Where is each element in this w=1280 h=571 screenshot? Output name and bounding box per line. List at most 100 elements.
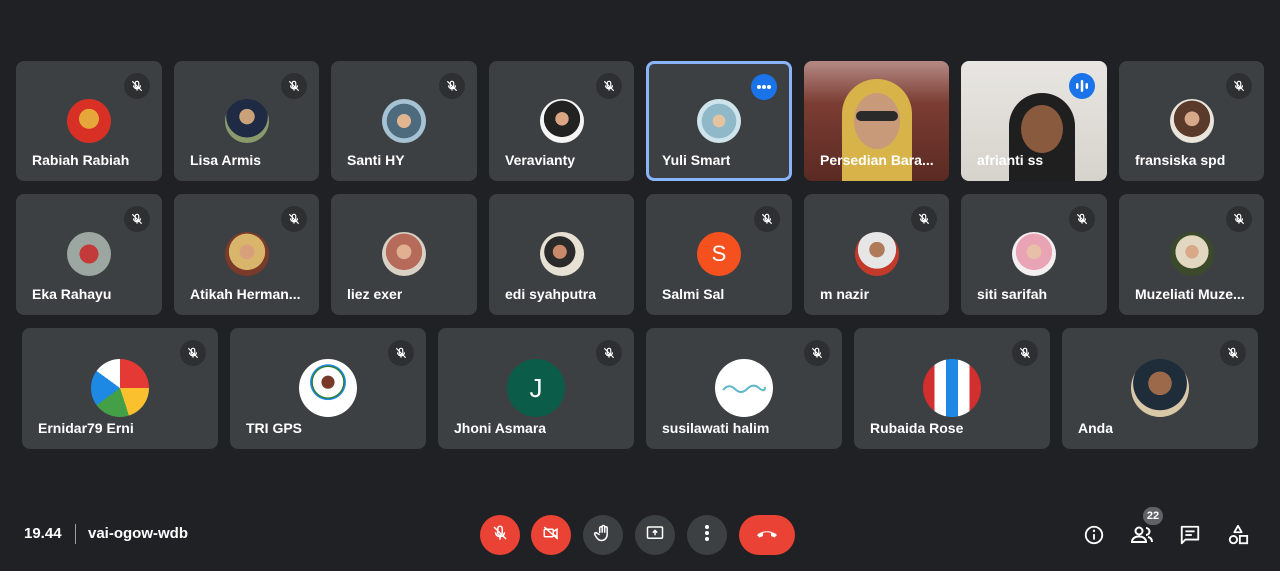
present-icon (645, 524, 665, 547)
participant-tile[interactable]: fransiska spd (1119, 61, 1264, 181)
participant-tile[interactable]: Ernidar79 Erni (22, 328, 218, 449)
avatar (715, 359, 773, 417)
avatar (923, 359, 981, 417)
avatar (224, 99, 269, 143)
avatar (382, 99, 426, 143)
avatar (224, 232, 269, 276)
mic-off-icon (596, 73, 622, 99)
participant-tile-self[interactable]: Anda (1062, 328, 1258, 449)
meeting-time: 19.44 (24, 525, 62, 542)
avatar (67, 232, 111, 276)
mic-off-icon (754, 206, 780, 232)
participant-name: Yuli Smart (662, 152, 731, 168)
mic-toggle-button[interactable] (480, 515, 520, 555)
speaking-indicator-icon (1069, 73, 1095, 99)
mic-off-icon (1220, 340, 1246, 366)
mic-off-icon (124, 73, 150, 99)
participant-name: liez exer (347, 286, 403, 302)
participant-tile[interactable]: S Salmi Sal (646, 194, 792, 315)
shapes-icon[interactable] (1224, 521, 1252, 549)
leave-call-button[interactable] (739, 515, 795, 555)
mic-off-icon (124, 206, 150, 232)
participant-tile[interactable]: liez exer (331, 194, 477, 315)
mic-off-icon (281, 206, 307, 232)
mic-off-icon (491, 524, 509, 547)
participant-tile[interactable]: Atikah Herman... (174, 194, 319, 315)
participant-tile[interactable]: J Jhoni Asmara (438, 328, 634, 449)
mic-off-icon (1012, 340, 1038, 366)
camera-toggle-button[interactable] (531, 515, 571, 555)
avatar (382, 232, 426, 276)
present-button[interactable] (635, 515, 675, 555)
avatar (697, 99, 741, 143)
mic-off-icon (1069, 206, 1095, 232)
avatar (539, 99, 584, 143)
mic-off-icon (388, 340, 414, 366)
participant-tile[interactable]: m nazir (804, 194, 949, 315)
mic-off-icon (596, 340, 622, 366)
participant-name: siti sarifah (977, 286, 1048, 302)
mic-off-icon (439, 73, 465, 99)
participant-tile[interactable]: Muzeliati Muze... (1119, 194, 1264, 315)
participant-name: m nazir (820, 286, 870, 302)
more-options-button[interactable] (687, 515, 727, 555)
participant-name: Jhoni Asmara (454, 420, 547, 436)
avatar (1012, 232, 1056, 276)
participant-name: afrianti ss (977, 152, 1044, 168)
mic-off-icon (911, 206, 937, 232)
participant-tile[interactable]: TRI GPS (230, 328, 426, 449)
mic-off-icon (804, 340, 830, 366)
avatar (1131, 359, 1189, 417)
participant-tile-active[interactable]: Yuli Smart (646, 61, 792, 181)
mic-off-icon (180, 340, 206, 366)
hand-icon (593, 523, 613, 548)
info-icon[interactable] (1080, 521, 1108, 549)
meeting-code: vai-ogow-wdb (88, 525, 188, 542)
avatar-initial: J (529, 372, 543, 403)
participant-tile[interactable]: Eka Rahayu (16, 194, 162, 315)
participant-name: Persedian Bara... (820, 152, 934, 168)
participant-name: TRI GPS (246, 420, 303, 436)
chat-icon[interactable] (1176, 521, 1204, 549)
avatar: S (697, 232, 741, 276)
participant-count-badge: 22 (1143, 507, 1163, 525)
participant-name: Lisa Armis (190, 152, 262, 168)
participant-tile[interactable]: Veravianty (489, 61, 634, 181)
divider (75, 524, 76, 544)
participant-tile[interactable]: siti sarifah (961, 194, 1107, 315)
avatar (1169, 99, 1214, 143)
avatar: J (507, 359, 565, 417)
end-call-icon (755, 526, 779, 544)
avatar (854, 232, 899, 276)
participant-name: Ernidar79 Erni (38, 420, 134, 436)
participant-name: Santi HY (347, 152, 405, 168)
more-options-icon[interactable] (751, 74, 777, 100)
participant-name: Eka Rahayu (32, 286, 112, 302)
participant-name: Anda (1078, 420, 1113, 436)
participant-video-tile[interactable]: Persedian Bara... (804, 61, 949, 181)
participant-tile[interactable]: susilawati halim (646, 328, 842, 449)
people-icon[interactable] (1128, 521, 1156, 549)
participant-tile[interactable]: Rabiah Rabiah (16, 61, 162, 181)
raise-hand-button[interactable] (583, 515, 623, 555)
avatar-initial: S (711, 241, 727, 266)
participant-tile[interactable]: Lisa Armis (174, 61, 319, 181)
participant-video-tile[interactable]: afrianti ss (961, 61, 1107, 181)
participant-name: Atikah Herman... (190, 286, 301, 302)
participant-name: Rabiah Rabiah (32, 152, 130, 168)
participant-name: Veravianty (505, 152, 576, 168)
avatar (539, 232, 584, 276)
participant-name: fransiska spd (1135, 152, 1226, 168)
more-vert-icon (704, 524, 710, 547)
participant-tile[interactable]: edi syahputra (489, 194, 634, 315)
avatar (67, 99, 111, 143)
participant-name: susilawati halim (662, 420, 770, 436)
mic-off-icon (281, 73, 307, 99)
participant-name: Muzeliati Muze... (1135, 286, 1245, 302)
participant-name: edi syahputra (505, 286, 597, 302)
participant-tile[interactable]: Santi HY (331, 61, 477, 181)
participant-tile[interactable]: Rubaida Rose (854, 328, 1050, 449)
participant-name: Salmi Sal (662, 286, 725, 302)
avatar (1169, 232, 1214, 276)
participant-name: Rubaida Rose (870, 420, 964, 436)
